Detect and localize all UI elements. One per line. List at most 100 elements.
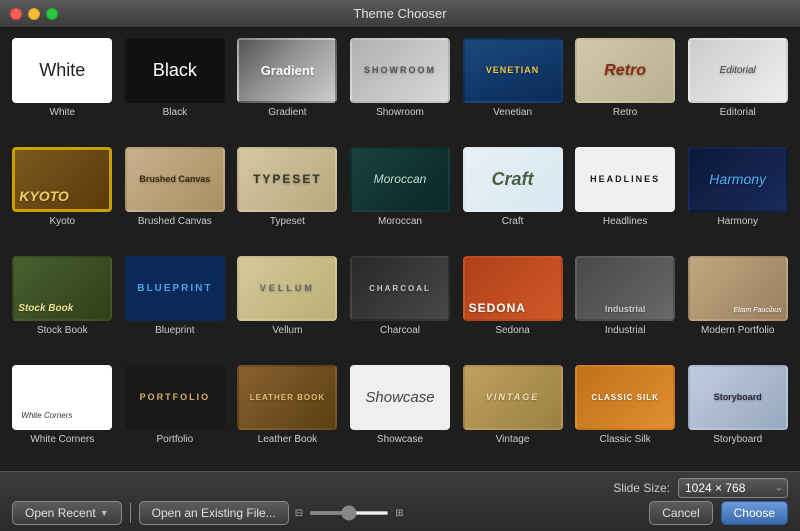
- theme-item-industrial[interactable]: Industrial Industrial: [573, 256, 678, 357]
- theme-item-white[interactable]: White White: [10, 38, 115, 139]
- theme-item-vintage[interactable]: VINTAGE Vintage: [460, 365, 565, 466]
- theme-thumb-text-typeset: TYPESET: [253, 172, 322, 186]
- choose-button[interactable]: Choose: [721, 501, 788, 525]
- theme-label-moroccan: Moroccan: [378, 216, 422, 227]
- theme-thumb-storyboard: Storyboard: [688, 365, 788, 430]
- theme-item-moroccan[interactable]: MoroccanMoroccan: [348, 147, 453, 248]
- theme-item-vellum[interactable]: VELLUM Vellum: [235, 256, 340, 357]
- theme-item-typeset[interactable]: TYPESETTypeset: [235, 147, 340, 248]
- theme-item-gradient[interactable]: Gradient Gradient: [235, 38, 340, 139]
- theme-label-vintage: Vintage: [496, 434, 530, 445]
- theme-item-blueprint[interactable]: BLUEPRINT Blueprint: [123, 256, 228, 357]
- theme-thumb-text-portfolio: PORTFOLIO: [140, 392, 211, 403]
- theme-item-headlines[interactable]: HEADLINES Headlines: [573, 147, 678, 248]
- theme-label-craft: Craft: [502, 216, 524, 227]
- theme-thumb-blueprint: BLUEPRINT: [125, 256, 225, 321]
- theme-thumb-brushed-canvas: Brushed Canvas: [125, 147, 225, 212]
- theme-label-portfolio: Portfolio: [157, 434, 194, 445]
- theme-item-craft[interactable]: Craft Craft: [460, 147, 565, 248]
- theme-item-modern-portfolio[interactable]: Etiam FaucibusModern Portfolio: [685, 256, 790, 357]
- theme-thumb-text-blueprint: BLUEPRINT: [137, 283, 212, 295]
- left-actions: Open Recent ▼ Open an Existing File... ⊟…: [12, 501, 403, 525]
- theme-item-white-corners[interactable]: White Corners White Corners: [10, 365, 115, 466]
- theme-thumb-text-showroom: SHOWROOM: [364, 65, 436, 76]
- theme-thumb-text-harmony: Harmony: [709, 171, 766, 188]
- theme-thumb-sedona: SEDONA: [463, 256, 563, 321]
- theme-thumb-text-black: Black: [153, 60, 197, 82]
- divider: [130, 503, 131, 523]
- theme-thumb-text-vintage: VINTAGE: [486, 392, 539, 403]
- theme-label-editorial: Editorial: [720, 107, 756, 118]
- theme-item-harmony[interactable]: Harmony Harmony: [685, 147, 790, 248]
- theme-label-showroom: Showroom: [376, 107, 424, 118]
- cancel-button[interactable]: Cancel: [649, 501, 712, 525]
- theme-item-black[interactable]: BlackBlack: [123, 38, 228, 139]
- minimize-button[interactable]: [28, 8, 40, 20]
- close-button[interactable]: [10, 8, 22, 20]
- theme-label-headlines: Headlines: [603, 216, 647, 227]
- theme-thumb-text-classic-silk: CLASSIC SILK: [591, 393, 659, 403]
- theme-item-retro[interactable]: Retro Retro: [573, 38, 678, 139]
- theme-item-classic-silk[interactable]: CLASSIC SILKClassic Silk: [573, 365, 678, 466]
- theme-item-editorial[interactable]: Editorial Editorial: [685, 38, 790, 139]
- zoom-slider[interactable]: [309, 511, 389, 515]
- theme-label-gradient: Gradient: [268, 107, 306, 118]
- theme-item-kyoto[interactable]: KYOTOKyoto: [10, 147, 115, 248]
- theme-thumb-typeset: TYPESET: [237, 147, 337, 212]
- open-recent-label: Open Recent: [25, 506, 96, 520]
- title-bar: Theme Chooser: [0, 0, 800, 28]
- theme-thumb-text-kyoto: KYOTO: [19, 188, 69, 205]
- theme-thumb-text-industrial: Industrial: [605, 304, 646, 315]
- slide-size-label: Slide Size:: [613, 481, 670, 495]
- dropdown-arrow-icon: ▼: [100, 508, 109, 518]
- theme-label-white: White: [50, 107, 76, 118]
- theme-thumb-text-gradient: Gradient: [261, 63, 314, 79]
- maximize-button[interactable]: [46, 8, 58, 20]
- theme-item-brushed-canvas[interactable]: Brushed CanvasBrushed Canvas: [123, 147, 228, 248]
- slide-size-select[interactable]: 1024 × 7681280 × 7201920 × 1080Custom Sl…: [678, 478, 788, 498]
- theme-label-vellum: Vellum: [272, 325, 302, 336]
- theme-item-portfolio[interactable]: PORTFOLIO Portfolio: [123, 365, 228, 466]
- theme-item-showroom[interactable]: SHOWROOM Showroom: [348, 38, 453, 139]
- theme-thumb-stock-book: Stock Book: [12, 256, 112, 321]
- theme-item-storyboard[interactable]: Storyboard Storyboard: [685, 365, 790, 466]
- cancel-label: Cancel: [662, 506, 699, 520]
- window-controls: [10, 8, 58, 20]
- theme-thumb-text-vellum: VELLUM: [260, 283, 315, 294]
- theme-label-harmony: Harmony: [717, 216, 758, 227]
- theme-thumb-text-editorial: Editorial: [720, 65, 756, 77]
- theme-label-white-corners: White Corners: [30, 434, 94, 445]
- theme-item-sedona[interactable]: SEDONASedona: [460, 256, 565, 357]
- theme-label-retro: Retro: [613, 107, 637, 118]
- open-existing-label: Open an Existing File...: [152, 506, 276, 520]
- theme-thumb-retro: Retro: [575, 38, 675, 103]
- actions-row: Open Recent ▼ Open an Existing File... ⊟…: [12, 501, 788, 525]
- theme-item-leather-book[interactable]: LEATHER BOOKLeather Book: [235, 365, 340, 466]
- theme-thumb-text-headlines: HEADLINES: [590, 174, 660, 185]
- open-existing-button[interactable]: Open an Existing File...: [139, 501, 289, 525]
- theme-thumb-text-brushed-canvas: Brushed Canvas: [139, 174, 210, 185]
- slide-size-row: Slide Size: 1024 × 7681280 × 7201920 × 1…: [12, 478, 788, 498]
- theme-label-industrial: Industrial: [605, 325, 646, 336]
- theme-thumb-harmony: Harmony: [688, 147, 788, 212]
- theme-item-charcoal[interactable]: CHARCOALCharcoal: [348, 256, 453, 357]
- theme-thumb-text-retro: Retro: [604, 61, 646, 80]
- theme-label-stock-book: Stock Book: [37, 325, 88, 336]
- theme-thumb-text-charcoal: CHARCOAL: [369, 284, 431, 294]
- theme-thumb-classic-silk: CLASSIC SILK: [575, 365, 675, 430]
- theme-label-showcase: Showcase: [377, 434, 423, 445]
- theme-item-showcase[interactable]: Showcase Showcase: [348, 365, 453, 466]
- theme-thumb-editorial: Editorial: [688, 38, 788, 103]
- theme-thumb-modern-portfolio: Etiam Faucibus: [688, 256, 788, 321]
- theme-thumb-text-white: White: [39, 60, 85, 82]
- theme-item-venetian[interactable]: VENETIANVenetian: [460, 38, 565, 139]
- theme-thumb-text-stock-book: Stock Book: [18, 303, 73, 315]
- theme-thumb-showcase: Showcase: [350, 365, 450, 430]
- theme-label-storyboard: Storyboard: [713, 434, 762, 445]
- theme-thumb-leather-book: LEATHER BOOK: [237, 365, 337, 430]
- open-recent-button[interactable]: Open Recent ▼: [12, 501, 122, 525]
- theme-thumb-craft: Craft: [463, 147, 563, 212]
- theme-label-blueprint: Blueprint: [155, 325, 194, 336]
- theme-item-stock-book[interactable]: Stock Book Stock Book: [10, 256, 115, 357]
- theme-thumb-white-corners: White Corners: [12, 365, 112, 430]
